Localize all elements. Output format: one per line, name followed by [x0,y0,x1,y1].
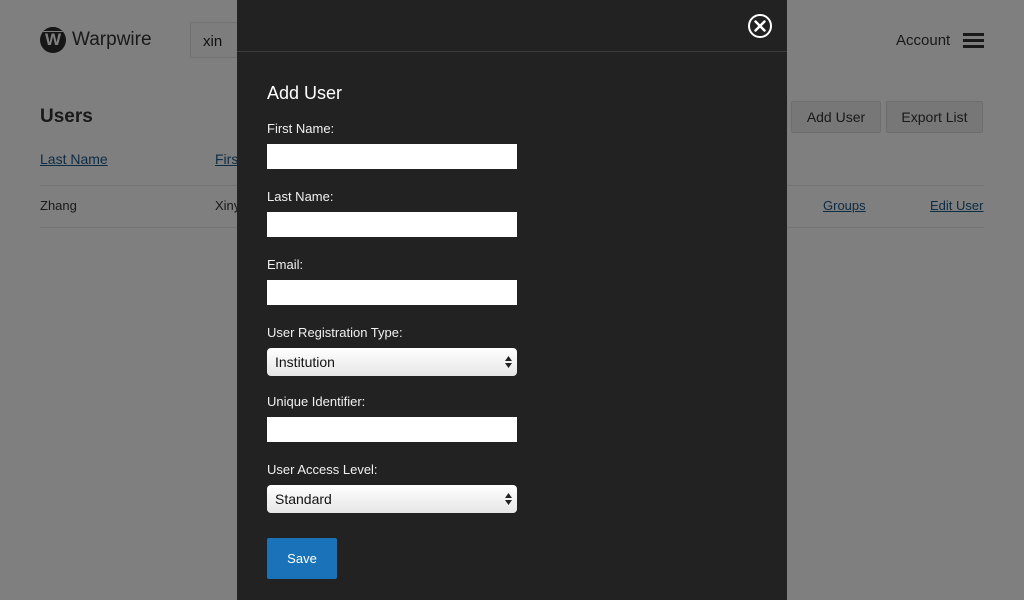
add-user-modal: Add User First Name: Last Name: Email: U… [237,0,787,600]
modal-title: Add User [267,83,343,103]
access-level-value: Standard [275,491,332,507]
registration-type-value: Institution [275,354,335,370]
select-arrows-icon [505,356,512,368]
access-level-label: User Access Level: [267,462,378,477]
last-name-label: Last Name: [267,189,334,204]
first-name-label: First Name: [267,121,335,136]
registration-type-label: User Registration Type: [267,325,403,340]
modal-header [237,0,787,52]
email-label: Email: [267,257,304,272]
save-button[interactable]: Save [267,538,337,579]
close-circle-icon[interactable] [747,13,773,39]
first-name-field[interactable] [267,144,517,169]
email-field[interactable] [267,280,517,305]
access-level-select[interactable]: Standard [267,485,517,513]
registration-type-select[interactable]: Institution [267,348,517,376]
last-name-field[interactable] [267,212,517,237]
unique-identifier-field[interactable] [267,417,517,442]
unique-identifier-label: Unique Identifier: [267,394,366,409]
select-arrows-icon [505,493,512,505]
